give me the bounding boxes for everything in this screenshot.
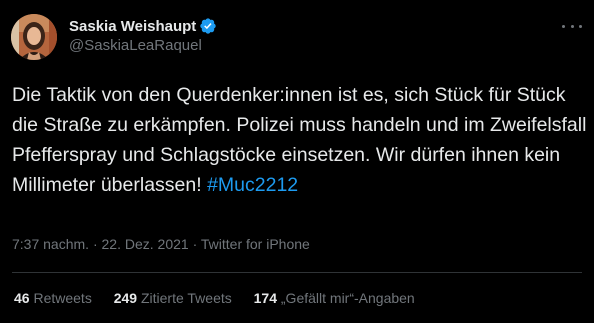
dot (579, 24, 582, 28)
divider (12, 272, 582, 273)
quotes-count: 249 (113, 290, 138, 306)
name-row: Saskia Weishaupt (69, 16, 217, 36)
tweet: Saskia Weishaupt @SaskiaLeaRaquel Die Ta… (0, 0, 594, 323)
tweet-meta: 7:37 nachm. · 22. Dez. 2021 · Twitter fo… (12, 236, 310, 252)
profile-photo-icon (11, 14, 57, 60)
avatar[interactable] (11, 14, 57, 60)
quotes-label: Zitierte Tweets (137, 290, 232, 306)
tweet-header: Saskia Weishaupt @SaskiaLeaRaquel (11, 14, 217, 64)
more-options-icon[interactable] (562, 16, 582, 36)
tweet-stats: 46 Retweets 249 Zitierte Tweets 174 „Gef… (14, 290, 433, 306)
likes-count: 174 (253, 290, 277, 306)
retweets-count: 46 (14, 290, 30, 306)
tweet-source[interactable]: Twitter for iPhone (201, 236, 310, 252)
tweet-text: Die Taktik von den Querdenker:innen ist … (12, 80, 587, 200)
tweet-text-content: Die Taktik von den Querdenker:innen ist … (12, 84, 587, 196)
user-names: Saskia Weishaupt @SaskiaLeaRaquel (69, 16, 217, 54)
display-name[interactable]: Saskia Weishaupt (69, 18, 196, 35)
verified-badge-icon (199, 17, 217, 35)
likes-label: „Gefällt mir“-Angaben (277, 290, 415, 306)
quotes-stat[interactable]: 249 Zitierte Tweets (114, 290, 232, 306)
user-handle[interactable]: @SaskiaLeaRaquel (69, 37, 217, 54)
retweets-stat[interactable]: 46 Retweets (14, 290, 92, 306)
meta-separator: · (89, 236, 102, 252)
hashtag-link[interactable]: #Muc2212 (207, 174, 298, 196)
retweets-label: Retweets (29, 290, 92, 306)
tweet-date[interactable]: 22. Dez. 2021 (102, 236, 189, 252)
tweet-time[interactable]: 7:37 nachm. (12, 236, 89, 252)
dot (562, 24, 565, 28)
likes-stat[interactable]: 174 „Gefällt mir“-Angaben (254, 290, 415, 306)
dot (570, 24, 574, 28)
meta-separator: · (188, 236, 201, 252)
